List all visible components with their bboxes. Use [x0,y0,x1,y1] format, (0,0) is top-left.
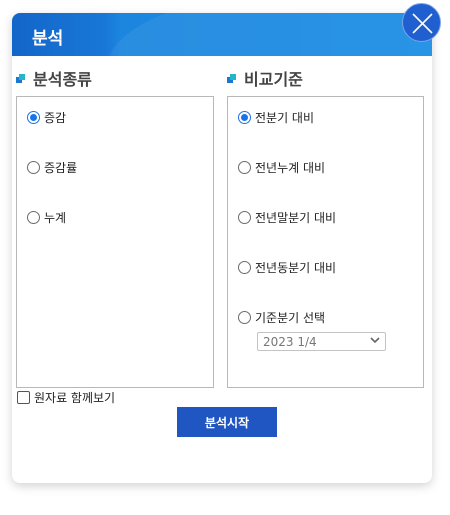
raw-data-checkbox[interactable] [17,391,30,404]
analysis-type-panel: 증감 증감률 누계 [16,96,214,388]
radio-label: 전년누계 대비 [255,161,326,175]
comparison-heading: 비교기준 [227,66,303,90]
radio-option-change-rate[interactable]: 증감률 [27,159,77,176]
radio-label: 기준분기 선택 [255,311,326,325]
radio-button[interactable] [238,111,251,124]
close-icon [412,13,433,34]
raw-data-checkbox-label: 원자료 함께보기 [34,391,116,405]
base-quarter-select-value: 2023 1/4 [263,335,317,349]
dialog-title: 분석 [32,29,64,49]
analysis-type-title: 분석종류 [33,70,92,89]
radio-option-prev-year-end-quarter[interactable]: 전년말분기 대비 [238,209,336,226]
radio-option-prev-quarter[interactable]: 전분기 대비 [238,109,314,126]
radio-label: 전년동분기 대비 [255,261,337,275]
section-bullet-icon [16,73,25,83]
radio-option-change[interactable]: 증감 [27,109,66,126]
radio-option-prev-year-cumulative[interactable]: 전년누계 대비 [238,159,325,176]
radio-button[interactable] [27,211,40,224]
radio-label: 전년말분기 대비 [255,211,337,225]
radio-button[interactable] [27,111,40,124]
comparison-title: 비교기준 [244,70,303,89]
raw-data-checkbox-row[interactable]: 원자료 함께보기 [17,389,115,406]
chevron-down-icon [370,337,380,344]
dialog-titlebar: 분석 [12,13,432,56]
radio-label: 누계 [44,211,67,225]
radio-label: 전분기 대비 [255,111,315,125]
radio-option-same-quarter-prev-year[interactable]: 전년동분기 대비 [238,259,336,276]
base-quarter-select[interactable]: 2023 1/4 [257,332,386,351]
analysis-type-heading: 분석종류 [16,66,92,90]
radio-option-cumulative[interactable]: 누계 [27,209,66,226]
radio-button[interactable] [27,161,40,174]
radio-button[interactable] [238,311,251,324]
radio-option-base-quarter[interactable]: 기준분기 선택 [238,309,325,326]
section-bullet-icon [227,73,236,83]
radio-button[interactable] [238,261,251,274]
radio-button[interactable] [238,161,251,174]
start-analysis-button[interactable]: 분석시작 [177,407,277,437]
radio-label: 증감 [44,111,67,125]
radio-button[interactable] [238,211,251,224]
radio-label: 증감률 [44,161,78,175]
comparison-panel: 전분기 대비 전년누계 대비 전년말분기 대비 전년동분기 대비 기준분기 선택… [227,96,424,388]
close-button[interactable] [402,3,441,42]
